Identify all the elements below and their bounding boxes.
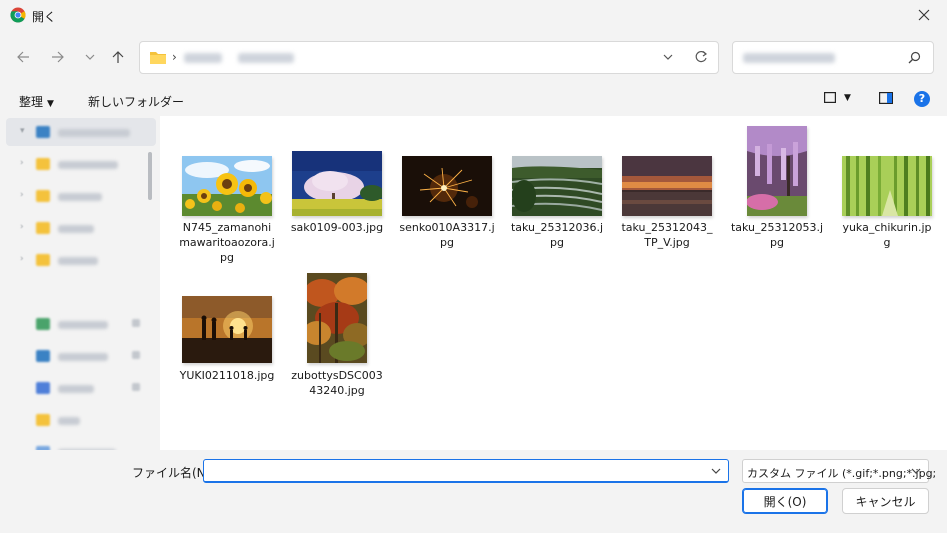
thumbnail-bamboo-grove[interactable] — [842, 156, 932, 216]
file-name[interactable]: zubottysDSC00343240.jpg — [289, 368, 385, 398]
pin-icon — [132, 319, 140, 327]
chevron-right-icon: › — [20, 190, 24, 200]
breadcrumb-item-sample[interactable] — [238, 53, 294, 63]
chrome-app-icon — [10, 7, 26, 23]
folder-icon — [36, 190, 50, 202]
sidebar-item-downloads[interactable] — [6, 310, 156, 338]
pictures-icon — [36, 382, 50, 394]
folder-icon — [36, 414, 50, 426]
thumbnail-sunset-silhouette[interactable] — [182, 296, 272, 363]
file-name[interactable]: yuka_chikurin.jpg — [839, 220, 935, 250]
refresh-icon[interactable] — [694, 50, 708, 64]
preview-pane-button[interactable] — [879, 92, 894, 107]
organize-label: 整理 — [19, 95, 44, 109]
file-name[interactable]: N745_zamanohimawaritoaozora.jpg — [179, 220, 275, 265]
organize-button[interactable]: 整理 ▼ — [19, 93, 54, 110]
thumbnail-autumn-leaves[interactable] — [307, 273, 367, 363]
folder-icon — [150, 52, 166, 64]
sidebar-item-desktop[interactable] — [6, 342, 156, 370]
search-placeholder — [743, 53, 835, 63]
sidebar-item-label — [58, 225, 94, 233]
chevron-right-icon: › — [20, 254, 24, 264]
sidebar-item-pictures[interactable] — [6, 374, 156, 402]
folder-icon — [36, 254, 50, 266]
folder-icon — [36, 222, 50, 234]
title-bar: 開く — [0, 0, 947, 30]
sidebar-item-label — [58, 417, 80, 425]
file-name[interactable]: YUKI0211018.jpg — [179, 368, 275, 383]
sidebar-item-label — [58, 321, 108, 329]
desktop-icon — [36, 126, 50, 138]
arrow-right-icon — [52, 51, 64, 63]
sidebar-item-label — [58, 193, 102, 201]
sidebar-item-label — [58, 129, 130, 137]
view-caret-down-icon: ▼ — [844, 92, 851, 103]
chevron-right-icon: › — [20, 158, 24, 168]
file-type-filter-value: カスタム ファイル (*.gif;*.png;*.jpg; — [747, 467, 937, 480]
pin-icon — [132, 383, 140, 391]
sidebar-item-folder[interactable]: › — [6, 150, 156, 178]
thumbnail-sparkler[interactable] — [402, 156, 492, 216]
new-folder-button[interactable]: 新しいフォルダー — [88, 93, 184, 110]
sidebar-item-label — [58, 353, 108, 361]
file-name[interactable]: senko010A3317.jpg — [399, 220, 495, 250]
file-name[interactable]: taku_25312053.jpg — [729, 220, 825, 250]
file-name[interactable]: taku_25312036.jpg — [509, 220, 605, 250]
thumbnail-sunflowers[interactable] — [182, 156, 272, 216]
close-button[interactable] — [901, 0, 947, 30]
file-type-filter-select[interactable]: カスタム ファイル (*.gif;*.png;*.jpg; — [742, 459, 936, 483]
thumbnail-sunset-sea[interactable] — [622, 156, 712, 216]
close-icon — [918, 9, 930, 21]
view-icon — [824, 92, 836, 103]
sidebar-item-label — [58, 385, 94, 393]
folder-icon — [36, 158, 50, 170]
change-view-button[interactable]: ▼ — [824, 92, 851, 103]
download-icon — [36, 318, 50, 330]
thumbnail-rice-terraces[interactable] — [512, 156, 602, 216]
desktop-icon — [36, 350, 50, 362]
sidebar-item-desktop-expanded[interactable]: ▾ — [6, 118, 156, 146]
sidebar-item-label — [58, 257, 98, 265]
forward-button[interactable] — [45, 44, 71, 70]
arrow-up-icon — [112, 51, 124, 63]
navigation-pane: ▾ › › › › — [6, 116, 156, 450]
pin-icon — [132, 351, 140, 359]
arrow-left-icon — [17, 51, 29, 63]
chevron-down-icon: ▾ — [20, 126, 25, 136]
file-name[interactable]: taku_25312043_TP_V.jpg — [619, 220, 715, 250]
sidebar-item-folder[interactable]: › — [6, 214, 156, 242]
chevron-right-icon: › — [20, 222, 24, 232]
cancel-button[interactable]: キャンセル — [842, 488, 929, 514]
address-history-chevron-icon[interactable] — [662, 51, 674, 63]
chevron-down-icon[interactable] — [710, 465, 722, 477]
search-box[interactable] — [732, 41, 934, 74]
preview-pane-icon — [879, 92, 894, 105]
thumbnail-wisteria[interactable] — [747, 126, 807, 216]
thumbnail-cherry-tree[interactable] — [292, 151, 382, 216]
sidebar-item-folder[interactable]: › — [6, 182, 156, 210]
file-name[interactable]: sak0109-003.jpg — [289, 220, 385, 235]
sidebar-item-folder[interactable] — [6, 438, 156, 450]
sidebar-item-folder[interactable]: › — [6, 246, 156, 274]
file-list-view: N745_zamanohimawaritoaozora.jpg sak0109-… — [160, 116, 947, 450]
command-bar: 整理 ▼ 新しいフォルダー ▼ — [0, 86, 947, 114]
sidebar-item-folder[interactable] — [6, 406, 156, 434]
search-icon[interactable] — [908, 51, 921, 64]
open-button[interactable]: 開く(O) — [742, 488, 828, 514]
filename-combobox[interactable] — [203, 459, 729, 483]
sidebar-scrollbar[interactable] — [148, 152, 152, 200]
chevron-down-icon — [85, 54, 95, 60]
back-button[interactable] — [10, 44, 36, 70]
recent-locations-button[interactable] — [77, 44, 103, 70]
up-button[interactable] — [105, 44, 131, 70]
breadcrumb-item-pictures[interactable] — [184, 53, 222, 63]
sidebar-item-label — [58, 161, 118, 169]
filename-input[interactable] — [208, 462, 708, 480]
breadcrumb-separator: › — [172, 50, 177, 64]
address-bar[interactable]: › — [139, 41, 719, 74]
caret-down-icon: ▼ — [47, 99, 54, 109]
chevron-down-icon — [911, 468, 921, 474]
help-button[interactable]: ? — [914, 91, 930, 107]
window-title: 開く — [32, 10, 57, 24]
